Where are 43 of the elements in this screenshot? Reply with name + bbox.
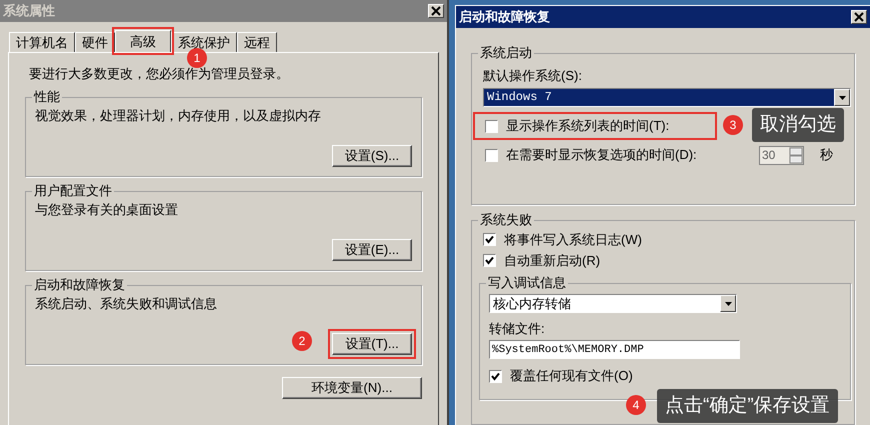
tab[interactable]: 硬件 <box>75 32 115 52</box>
os-dropdown[interactable]: Windows 7 <box>483 88 851 107</box>
checkbox-option[interactable]: 在需要时显示恢复选项的时间(D): <box>483 143 723 167</box>
spin-arrows-icon <box>789 146 803 164</box>
seconds-value: 30 <box>760 146 789 164</box>
tab[interactable]: 远程 <box>237 32 277 52</box>
settings-button[interactable]: 设置(S)... <box>332 145 412 167</box>
field-label: 转储文件: <box>489 321 546 337</box>
window-title: 系统属性 <box>3 2 55 20</box>
dump-type-dropdown[interactable]: 核心内存转储 <box>489 294 737 313</box>
tab[interactable]: 计算机名 <box>9 32 75 52</box>
checkbox-option[interactable]: 将事件写入系统日志(W) <box>483 229 642 250</box>
callout-tooltip: 取消勾选 <box>752 108 844 142</box>
checkbox[interactable] <box>485 148 498 162</box>
checkbox[interactable] <box>483 233 496 246</box>
group-title: 用户配置文件 <box>32 183 114 199</box>
group-title: 性能 <box>32 89 62 105</box>
window-title: 启动和故障恢复 <box>459 8 550 26</box>
checkbox[interactable] <box>489 370 502 382</box>
field-label: 默认操作系统(S): <box>483 68 583 84</box>
callout-tooltip: 点击“确定”保存设置 <box>657 389 838 423</box>
group-title: 启动和故障恢复 <box>32 277 127 293</box>
checkbox-option[interactable]: 显示操作系统列表的时间(T): <box>475 114 715 138</box>
checkbox[interactable] <box>483 254 496 267</box>
dump-file-field[interactable]: %SystemRoot%\MEMORY.DMP <box>489 340 740 359</box>
description-text: 与您登录有关的桌面设置 <box>35 202 179 218</box>
description-text: 视觉效果，处理器计划，内存使用，以及虚拟内存 <box>35 108 322 124</box>
environment-variables-button[interactable]: 环境变量(N)... <box>282 377 422 399</box>
tab[interactable]: 系统保护 <box>171 32 237 52</box>
close-button[interactable] <box>851 10 867 24</box>
checkbox-option[interactable]: 自动重新启动(R) <box>483 250 600 271</box>
group-title: 系统失败 <box>478 212 534 228</box>
settings-button[interactable]: 设置(E)... <box>332 239 412 261</box>
unit-label: 秒 <box>820 146 833 164</box>
instruction-text: 要进行大多数更改，您必须作为管理员登录。 <box>28 65 290 83</box>
group-title: 写入调试信息 <box>486 275 568 291</box>
settings-button[interactable]: 设置(T)... <box>332 333 412 355</box>
tab[interactable]: 高级 <box>115 30 171 52</box>
checkbox[interactable] <box>485 120 498 132</box>
close-button[interactable] <box>428 4 444 18</box>
description-text: 系统启动、系统失败和调试信息 <box>35 296 218 312</box>
checkbox-option[interactable]: 覆盖任何现有文件(O) <box>489 367 633 385</box>
group-title: 系统启动 <box>478 45 534 61</box>
